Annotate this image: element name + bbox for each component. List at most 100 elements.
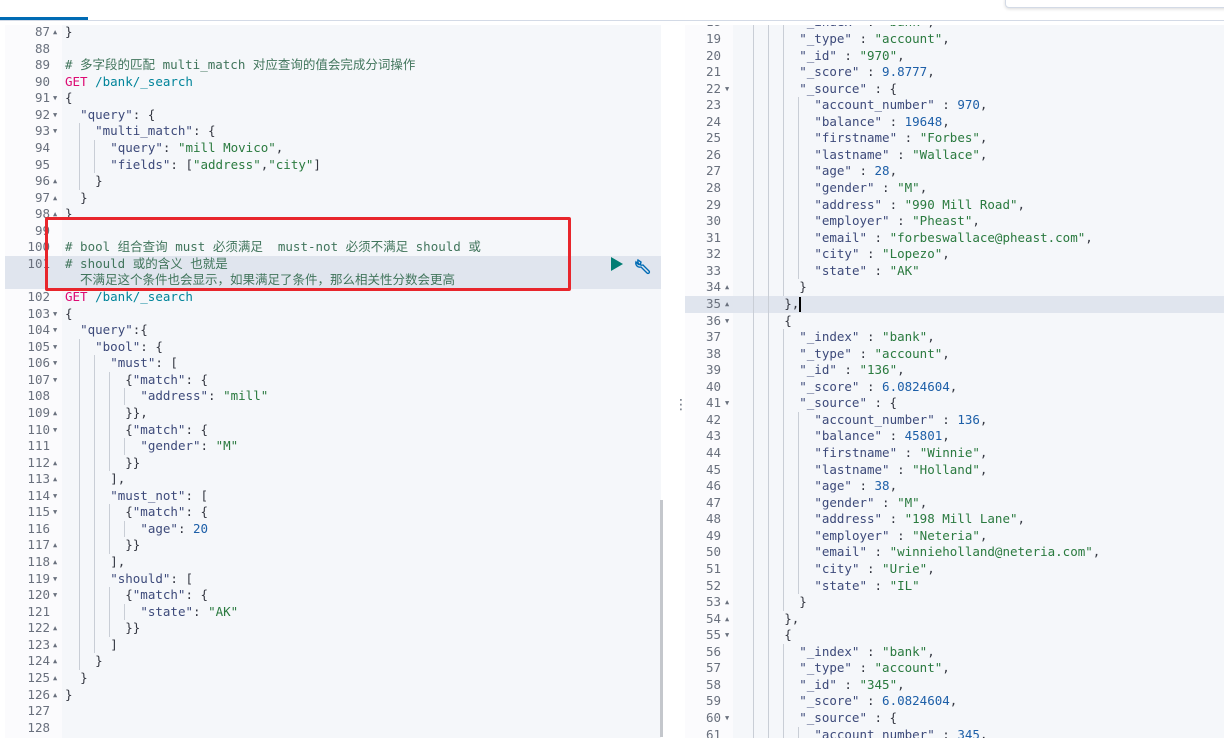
code-line[interactable]: 60 ▼ "_source" : { [685, 710, 1224, 727]
code-line[interactable]: 88 [5, 41, 661, 58]
code-line[interactable]: 90 GET /bank/_search [5, 74, 661, 91]
code-line[interactable]: 117 ▲ }} [5, 537, 661, 554]
code-line[interactable]: 34 ▲ } [685, 279, 1224, 296]
fold-down-icon[interactable]: ▼ [53, 90, 57, 107]
fold-down-icon[interactable]: ▼ [725, 313, 729, 330]
fold-up-icon[interactable]: ▲ [53, 554, 57, 571]
code-line[interactable]: 115 ▼ {"match": { [5, 504, 661, 521]
wrench-icon[interactable] [634, 257, 652, 275]
fold-down-icon[interactable]: ▼ [53, 123, 57, 140]
code-line[interactable]: 37 "_index" : "bank", [685, 329, 1224, 346]
code-line[interactable]: 52 "state" : "IL" [685, 577, 1224, 595]
code-line[interactable]: 58 "_id" : "345", [685, 676, 1224, 694]
fold-down-icon[interactable]: ▼ [725, 81, 729, 98]
code-line[interactable]: 91 ▼ { [5, 90, 661, 107]
code-line[interactable]: 41 ▼ "_source" : { [685, 395, 1224, 412]
fold-down-icon[interactable]: ▼ [53, 422, 57, 439]
code-line[interactable]: 54 ▲ }, [685, 610, 1224, 628]
code-line[interactable]: 87 ▲} [5, 25, 661, 41]
code-line[interactable]: 49 "employer" : "Neteria", [685, 527, 1224, 545]
code-line[interactable]: 36 ▼ { [685, 312, 1224, 330]
code-line[interactable]: 53 ▲ } [685, 594, 1224, 611]
fold-down-icon[interactable]: ▼ [53, 107, 57, 124]
code-line[interactable]: 126 ▲} [5, 687, 661, 704]
code-line[interactable]: 19 "_type" : "account", [685, 30, 1224, 48]
fold-up-icon[interactable]: ▲ [53, 455, 57, 472]
code-line[interactable]: 89 # 多字段的匹配 multi_match 对应查询的值会完成分词操作 [5, 57, 661, 74]
code-line[interactable]: 25 "firstname" : "Forbes", [685, 130, 1224, 147]
code-line[interactable]: 33 "state" : "AK" [685, 262, 1224, 280]
fold-down-icon[interactable]: ▼ [53, 322, 57, 339]
fold-up-icon[interactable]: ▲ [725, 279, 729, 296]
code-line[interactable]: 59 "_score" : 6.0824604, [685, 693, 1224, 711]
code-line[interactable]: 57 "_type" : "account", [685, 660, 1224, 677]
code-line[interactable]: 39 "_id" : "136", [685, 362, 1224, 379]
code-line[interactable]: 106 ▼ "must": [ [5, 355, 661, 372]
code-line[interactable]: 108 "address": "mill" [5, 388, 661, 405]
code-line[interactable]: 122 ▲ }} [5, 620, 661, 637]
fold-up-icon[interactable]: ▲ [53, 687, 57, 704]
fold-up-icon[interactable]: ▲ [53, 653, 57, 670]
fold-up-icon[interactable]: ▲ [53, 25, 57, 41]
code-line[interactable]: 94 "query": "mill Movico", [5, 139, 661, 157]
code-line[interactable]: 104 ▼ "query":{ [5, 322, 661, 339]
fold-up-icon[interactable]: ▲ [53, 405, 57, 422]
code-line[interactable]: 124 ▲ } [5, 653, 661, 670]
code-line[interactable]: 111 "gender": "M" [5, 438, 661, 455]
request-editor-scrollbar[interactable] [660, 500, 663, 737]
code-line[interactable]: 123 ▲ ] [5, 636, 661, 654]
active-tab-indicator[interactable] [0, 17, 88, 20]
code-line[interactable]: 105 ▼ "bool": { [5, 338, 661, 356]
code-line[interactable]: 113 ▲ ], [5, 471, 661, 488]
fold-down-icon[interactable]: ▼ [53, 488, 57, 505]
code-line[interactable]: 44 "firstname" : "Winnie", [685, 445, 1224, 462]
code-line[interactable]: 92 ▼ "query": { [5, 107, 661, 124]
fold-down-icon[interactable]: ▼ [53, 355, 57, 372]
code-line[interactable]: 23 "account_number" : 970, [685, 97, 1224, 114]
panel-resize-handle[interactable]: ⋮ [674, 396, 688, 414]
fold-down-icon[interactable]: ▼ [53, 504, 57, 521]
code-line[interactable]: 22 ▼ "_source" : { [685, 80, 1224, 98]
fold-up-icon[interactable]: ▲ [53, 471, 57, 488]
code-line[interactable]: 30 "employer" : "Pheast", [685, 213, 1224, 230]
code-line[interactable]: 29 "address" : "990 Mill Road", [685, 196, 1224, 214]
code-line[interactable]: 40 "_score" : 6.0824604, [685, 378, 1224, 396]
code-line[interactable]: 43 "balance" : 45801, [685, 428, 1224, 446]
fold-down-icon[interactable]: ▼ [725, 395, 729, 412]
play-icon[interactable] [611, 257, 623, 271]
code-line[interactable]: 103 ▼ { [5, 306, 661, 323]
code-line[interactable]: 61 "account_number" : 345, [685, 726, 1224, 738]
fold-down-icon[interactable]: ▼ [53, 339, 57, 356]
code-line[interactable]: 114 ▼ "must_not": [ [5, 487, 661, 505]
code-line[interactable]: 47 "gender" : "M", [685, 494, 1224, 512]
code-line[interactable]: 102 GET /bank/_search [5, 289, 661, 306]
code-line[interactable]: 95 "fields": ["address","city"] [5, 156, 661, 174]
fold-up-icon[interactable]: ▲ [725, 594, 729, 611]
code-line[interactable]: 110 ▼ {"match": { [5, 421, 661, 439]
fold-up-icon[interactable]: ▲ [53, 190, 57, 207]
response-viewer[interactable]: 18 "_index" : "bank",19 "_type" : "accou… [685, 25, 1224, 738]
code-line[interactable]: 50 "email" : "winnieholland@neteria.com"… [685, 544, 1224, 561]
code-line[interactable]: 119 ▼ "should": [ [5, 570, 661, 588]
code-line[interactable]: 35 ▲ }, [685, 295, 1224, 313]
code-line[interactable]: 31 "email" : "forbeswallace@pheast.com", [685, 229, 1224, 247]
code-line[interactable]: 28 "gender" : "M", [685, 180, 1224, 197]
code-line[interactable]: 27 "age" : 28, [685, 163, 1224, 181]
fold-down-icon[interactable]: ▼ [53, 306, 57, 323]
code-line[interactable]: 32 "city" : "Lopezo", [685, 246, 1224, 263]
code-line[interactable]: 128 [5, 720, 661, 737]
fold-down-icon[interactable]: ▼ [53, 372, 57, 389]
fold-down-icon[interactable]: ▼ [53, 571, 57, 588]
code-line[interactable]: 55 ▼ { [685, 627, 1224, 644]
fold-up-icon[interactable]: ▲ [53, 670, 57, 687]
code-line[interactable]: 42 "account_number" : 136, [685, 411, 1224, 429]
fold-up-icon[interactable]: ▲ [53, 637, 57, 654]
code-line[interactable]: 56 "_index" : "bank", [685, 643, 1224, 661]
code-line[interactable]: 93 ▼ "multi_match": { [5, 123, 661, 140]
fold-down-icon[interactable]: ▼ [725, 710, 729, 727]
code-line[interactable]: 51 "city" : "Urie", [685, 560, 1224, 578]
fold-up-icon[interactable]: ▲ [725, 296, 729, 313]
fold-up-icon[interactable]: ▲ [53, 537, 57, 554]
code-line[interactable]: 116 "age": 20 [5, 520, 661, 538]
request-lines[interactable]: 87 ▲} 88 89 # 多字段的匹配 multi_match 对应查询的值会完成分词… [5, 25, 661, 736]
